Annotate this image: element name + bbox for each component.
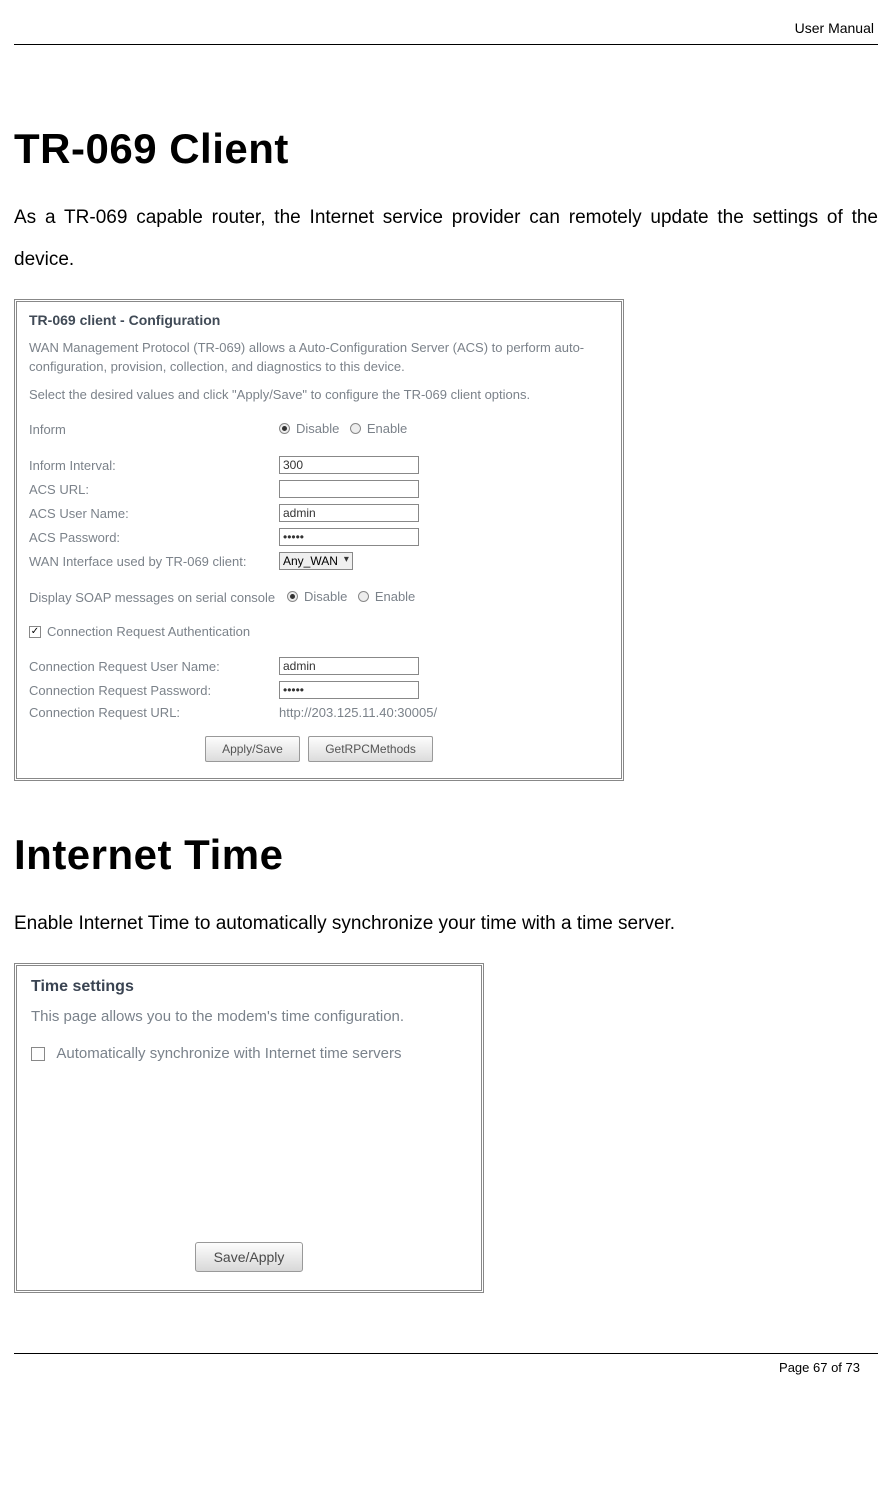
intro-text-time: Enable Internet Time to automatically sy… [14, 903, 878, 945]
soap-disable-text: Disable [304, 589, 347, 604]
section-title-tr069: TR-069 Client [14, 125, 878, 173]
interval-input[interactable] [279, 456, 419, 474]
save-apply-button[interactable]: Save/Apply [195, 1242, 304, 1272]
conn-pass-label: Connection Request Password: [29, 683, 279, 698]
page-footer: Page 67 of 73 [14, 1354, 878, 1375]
conn-auth-checkbox[interactable]: ✓ [29, 626, 41, 638]
header-rule [14, 44, 878, 45]
inform-enable-text: Enable [367, 421, 407, 436]
inform-label: Inform [29, 422, 279, 437]
inform-enable-radio[interactable] [350, 423, 361, 434]
auto-sync-label: Automatically synchronize with Internet … [56, 1045, 401, 1062]
inform-disable-radio[interactable] [279, 423, 290, 434]
conn-pass-input[interactable] [279, 681, 419, 699]
acs-user-label: ACS User Name: [29, 506, 279, 521]
conn-url-label: Connection Request URL: [29, 705, 279, 720]
wan-if-label: WAN Interface used by TR-069 client: [29, 554, 279, 569]
time-settings-panel: Time settings This page allows you to th… [14, 963, 484, 1293]
inform-disable-text: Disable [296, 421, 339, 436]
soap-label: Display SOAP messages on serial console [29, 590, 287, 605]
conn-auth-label: Connection Request Authentication [47, 624, 250, 639]
acs-url-input[interactable] [279, 480, 419, 498]
panel-desc1: WAN Management Protocol (TR-069) allows … [29, 338, 609, 377]
conn-user-label: Connection Request User Name: [29, 659, 279, 674]
section-title-time: Internet Time [14, 831, 878, 879]
tr069-config-panel: TR-069 client - Configuration WAN Manage… [14, 299, 624, 782]
doc-header: User Manual [14, 20, 878, 44]
soap-disable-radio[interactable] [287, 591, 298, 602]
getrpc-button[interactable]: GetRPCMethods [308, 736, 433, 762]
soap-enable-radio[interactable] [358, 591, 369, 602]
ts-panel-title: Time settings [31, 978, 467, 996]
wan-if-select[interactable]: Any_WAN [279, 552, 353, 570]
apply-save-button[interactable]: Apply/Save [205, 736, 300, 762]
intro-text-tr069: As a TR-069 capable router, the Internet… [14, 197, 878, 281]
conn-user-input[interactable] [279, 657, 419, 675]
conn-url-value: http://203.125.11.40:30005/ [279, 705, 437, 720]
acs-pass-input[interactable] [279, 528, 419, 546]
interval-label: Inform Interval: [29, 458, 279, 473]
panel-desc2: Select the desired values and click "App… [29, 385, 609, 405]
acs-pass-label: ACS Password: [29, 530, 279, 545]
soap-enable-text: Enable [375, 589, 415, 604]
acs-user-input[interactable] [279, 504, 419, 522]
ts-desc: This page allows you to the modem's time… [31, 1008, 467, 1025]
panel-title: TR-069 client - Configuration [29, 312, 609, 328]
acs-url-label: ACS URL: [29, 482, 279, 497]
auto-sync-checkbox[interactable] [31, 1047, 45, 1061]
